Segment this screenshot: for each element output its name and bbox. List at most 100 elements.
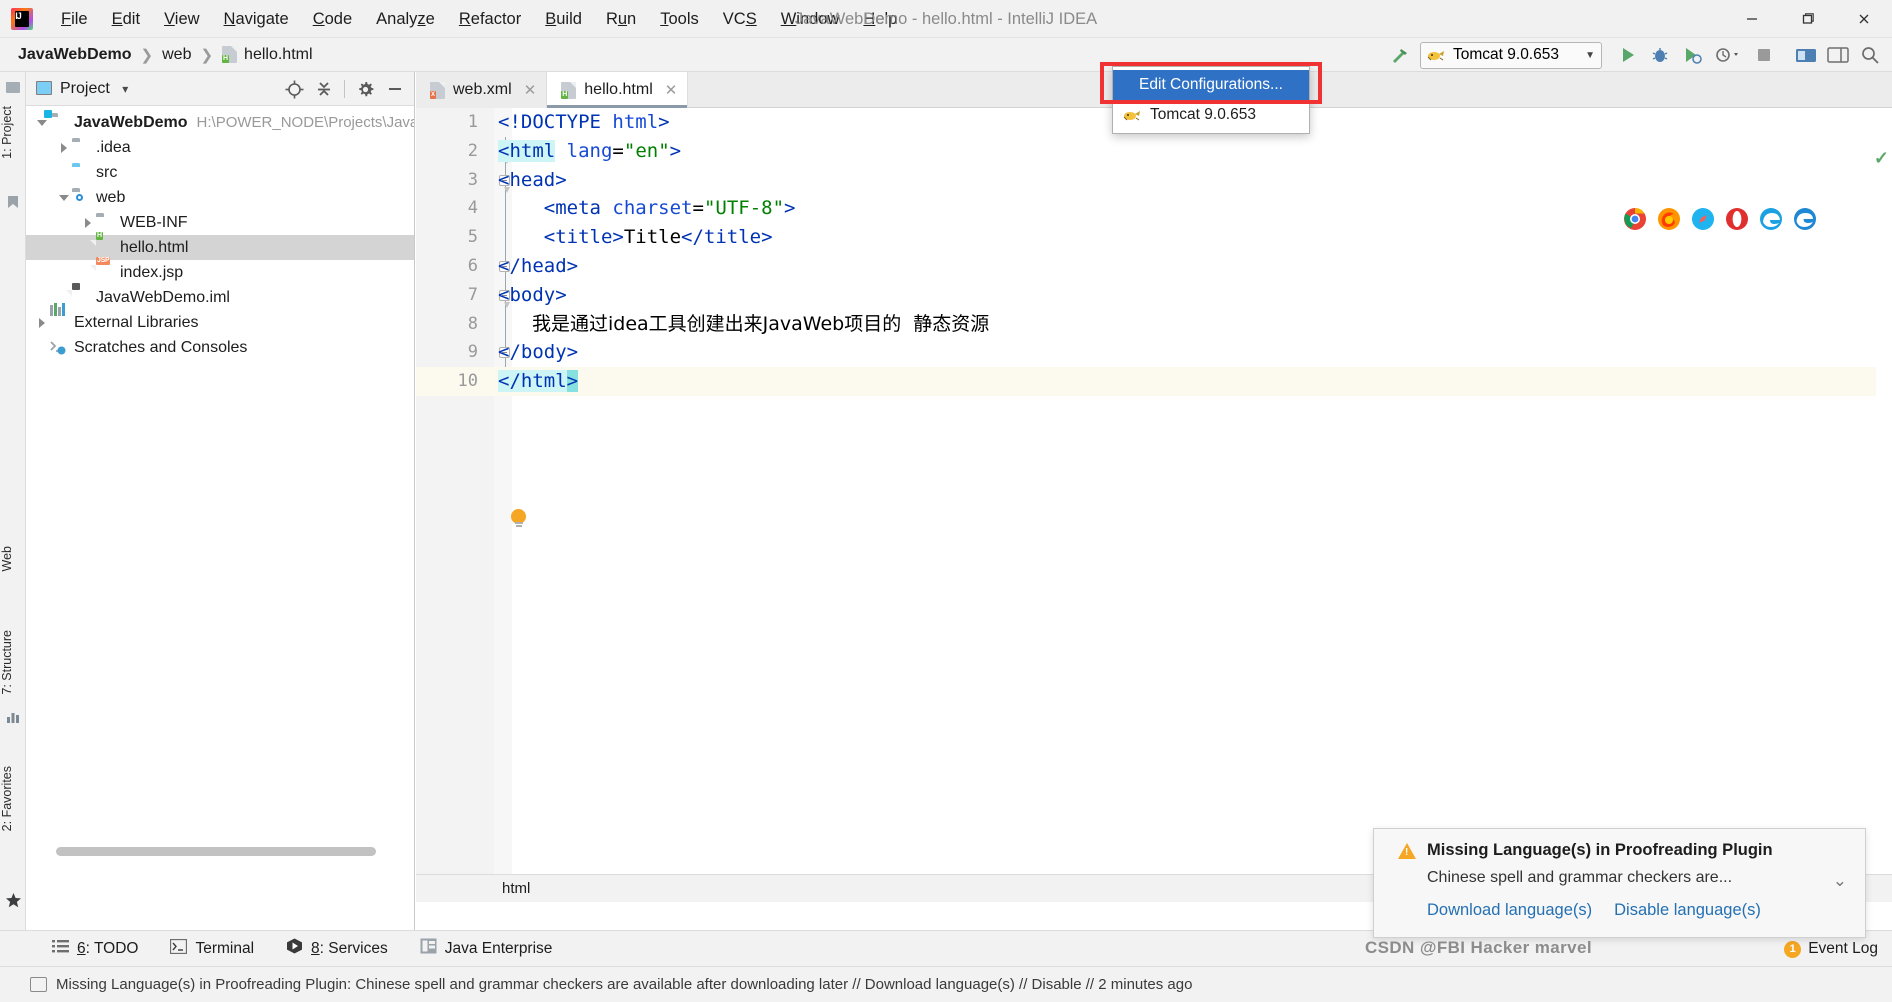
chrome-icon[interactable] bbox=[1623, 207, 1647, 231]
run-configuration-dropdown-menu[interactable]: Edit Configurations... Tomcat 9.0.653 bbox=[1112, 66, 1310, 134]
tree-item-index-jsp[interactable]: JSP index.jsp bbox=[26, 256, 414, 285]
tab-label: hello.html bbox=[584, 81, 653, 98]
tree-label: .idea bbox=[96, 138, 131, 156]
menu-vcs[interactable]: VCS bbox=[711, 0, 769, 38]
firefox-icon[interactable] bbox=[1657, 207, 1681, 231]
chevron-right-icon[interactable] bbox=[34, 315, 50, 331]
safari-icon[interactable] bbox=[1691, 207, 1715, 231]
menu-help[interactable]: Help bbox=[851, 0, 909, 38]
tree-item-external-libraries[interactable]: External Libraries bbox=[26, 302, 414, 335]
menu-item-edit-configurations[interactable]: Edit Configurations... bbox=[1113, 70, 1309, 100]
project-panel-horizontal-scrollbar[interactable] bbox=[56, 847, 376, 856]
open-file-button[interactable] bbox=[1790, 39, 1822, 71]
rail-label-structure: 7: Structure bbox=[0, 630, 14, 695]
menu-window[interactable]: Window bbox=[769, 0, 852, 38]
sidebar-item-structure[interactable]: 7: Structure bbox=[0, 624, 26, 701]
intellij-logo-icon: IJ bbox=[11, 7, 33, 30]
tree-item-src[interactable]: src bbox=[26, 160, 414, 185]
intention-bulb-icon[interactable] bbox=[511, 509, 528, 530]
menu-file[interactable]: File bbox=[49, 0, 100, 38]
menu-build[interactable]: Build bbox=[533, 0, 594, 38]
run-with-coverage-button[interactable] bbox=[1676, 39, 1708, 71]
build-project-button[interactable] bbox=[1384, 39, 1416, 71]
download-languages-link[interactable]: Download language(s) bbox=[1427, 901, 1592, 920]
inspection-gutter[interactable]: ✓ bbox=[1874, 144, 1892, 874]
chevron-right-icon[interactable] bbox=[56, 140, 72, 156]
sidebar-item-project[interactable]: 1: Project bbox=[0, 100, 26, 165]
menu-tools[interactable]: Tools bbox=[648, 0, 711, 38]
menu-run[interactable]: Run bbox=[594, 0, 648, 38]
code-line: 9 </body> bbox=[416, 338, 1892, 367]
chevron-down-icon[interactable]: ▾ bbox=[122, 82, 128, 96]
menu-navigate[interactable]: Navigate bbox=[212, 0, 301, 38]
chevron-down-icon[interactable]: ⌄ bbox=[1833, 871, 1847, 891]
tree-item-idea[interactable]: .idea bbox=[26, 135, 414, 160]
folder-icon bbox=[96, 215, 114, 231]
close-button[interactable] bbox=[1836, 0, 1892, 38]
menu-item-tomcat-config[interactable]: Tomcat 9.0.653 bbox=[1113, 100, 1309, 130]
event-log-button[interactable]: 1 Event Log bbox=[1784, 940, 1878, 958]
project-title-text: Project bbox=[60, 79, 110, 97]
status-button-todo[interactable]: 6: TODO bbox=[36, 931, 154, 967]
html-file-icon: H bbox=[222, 46, 238, 63]
menu-analyze[interactable]: Analyze bbox=[364, 0, 447, 38]
close-icon[interactable]: ✕ bbox=[524, 81, 537, 99]
sidebar-item-web[interactable]: Web bbox=[0, 540, 26, 577]
layout-button[interactable] bbox=[1822, 39, 1854, 71]
breadcrumb-web[interactable]: web bbox=[162, 46, 191, 64]
minimize-button[interactable] bbox=[1724, 0, 1780, 38]
hide-panel-icon[interactable] bbox=[382, 76, 408, 102]
tree-item-web[interactable]: web bbox=[26, 185, 414, 210]
tab-label: web.xml bbox=[453, 81, 512, 98]
line-number: 7 bbox=[467, 284, 478, 305]
settings-gear-icon[interactable] bbox=[352, 76, 378, 102]
menu-refactor[interactable]: Refactor bbox=[447, 0, 533, 38]
status-button-java-enterprise[interactable]: Java Enterprise bbox=[404, 931, 569, 967]
profile-button[interactable] bbox=[1708, 39, 1748, 71]
edge-icon[interactable] bbox=[1793, 207, 1817, 231]
opera-icon[interactable] bbox=[1725, 207, 1749, 231]
run-button[interactable] bbox=[1612, 39, 1644, 71]
menu-view[interactable]: View bbox=[152, 0, 211, 38]
module-folder-icon bbox=[44, 109, 68, 131]
notification-balloon[interactable]: ! Missing Language(s) in Proofreading Pl… bbox=[1373, 828, 1866, 938]
title-bar: IJ File Edit View Navigate Code Analyze … bbox=[0, 0, 1892, 38]
line-number: 3 bbox=[467, 169, 478, 190]
tree-item-web-inf[interactable]: WEB-INF bbox=[26, 210, 414, 235]
chevron-down-icon[interactable]: ▼ bbox=[1585, 50, 1595, 61]
stop-button[interactable] bbox=[1748, 39, 1780, 71]
terminal-icon bbox=[170, 938, 188, 959]
breadcrumb-file[interactable]: H hello.html bbox=[222, 46, 313, 64]
tree-item-iml[interactable]: JavaWebDemo.iml bbox=[26, 282, 414, 310]
disable-languages-link[interactable]: Disable language(s) bbox=[1614, 901, 1761, 920]
breadcrumb-separator-icon: ❯ bbox=[200, 46, 214, 64]
menu-edit[interactable]: Edit bbox=[100, 0, 152, 38]
status-button-terminal[interactable]: Terminal bbox=[154, 931, 270, 967]
html-file-icon: H bbox=[561, 81, 577, 99]
rail-label-favorites: 2: Favorites bbox=[0, 766, 14, 832]
chevron-right-icon[interactable] bbox=[80, 215, 96, 231]
search-everywhere-button[interactable] bbox=[1854, 39, 1886, 71]
collapse-all-icon[interactable] bbox=[311, 76, 337, 102]
event-count-badge: 1 bbox=[1784, 940, 1802, 958]
run-configuration-selector[interactable]: Tomcat 9.0.653 ▼ bbox=[1420, 41, 1602, 69]
editor-tab-hello-html[interactable]: H hello.html ✕ bbox=[547, 72, 689, 108]
tree-item-hello-html[interactable]: H hello.html bbox=[26, 231, 414, 260]
chevron-down-icon[interactable] bbox=[56, 190, 72, 206]
menu-code[interactable]: Code bbox=[301, 0, 364, 38]
tree-item-scratches[interactable]: Scratches and Consoles bbox=[26, 335, 414, 360]
sidebar-item-favorites[interactable]: 2: Favorites bbox=[0, 760, 26, 837]
breadcrumb-project[interactable]: JavaWebDemo bbox=[18, 46, 132, 64]
debug-button[interactable] bbox=[1644, 39, 1676, 71]
editor-tab-web-xml[interactable]: X web.xml ✕ bbox=[416, 72, 548, 108]
edge-legacy-icon[interactable] bbox=[1759, 207, 1783, 231]
locate-icon[interactable] bbox=[281, 76, 307, 102]
status-button-services[interactable]: 8: Services bbox=[270, 931, 404, 967]
line-number: 5 bbox=[467, 227, 478, 248]
maximize-button[interactable] bbox=[1780, 0, 1836, 38]
star-icon bbox=[5, 892, 21, 908]
code-line-current: 10 </html> bbox=[416, 367, 1892, 396]
code-editor[interactable]: 1 <!DOCTYPE html> 2 <html lang="en"> 3 <… bbox=[416, 108, 1892, 902]
close-icon[interactable]: ✕ bbox=[665, 81, 678, 99]
tree-item-javawebdemo[interactable]: JavaWebDemo H:\POWER_NODE\Projects\Java bbox=[26, 109, 414, 135]
